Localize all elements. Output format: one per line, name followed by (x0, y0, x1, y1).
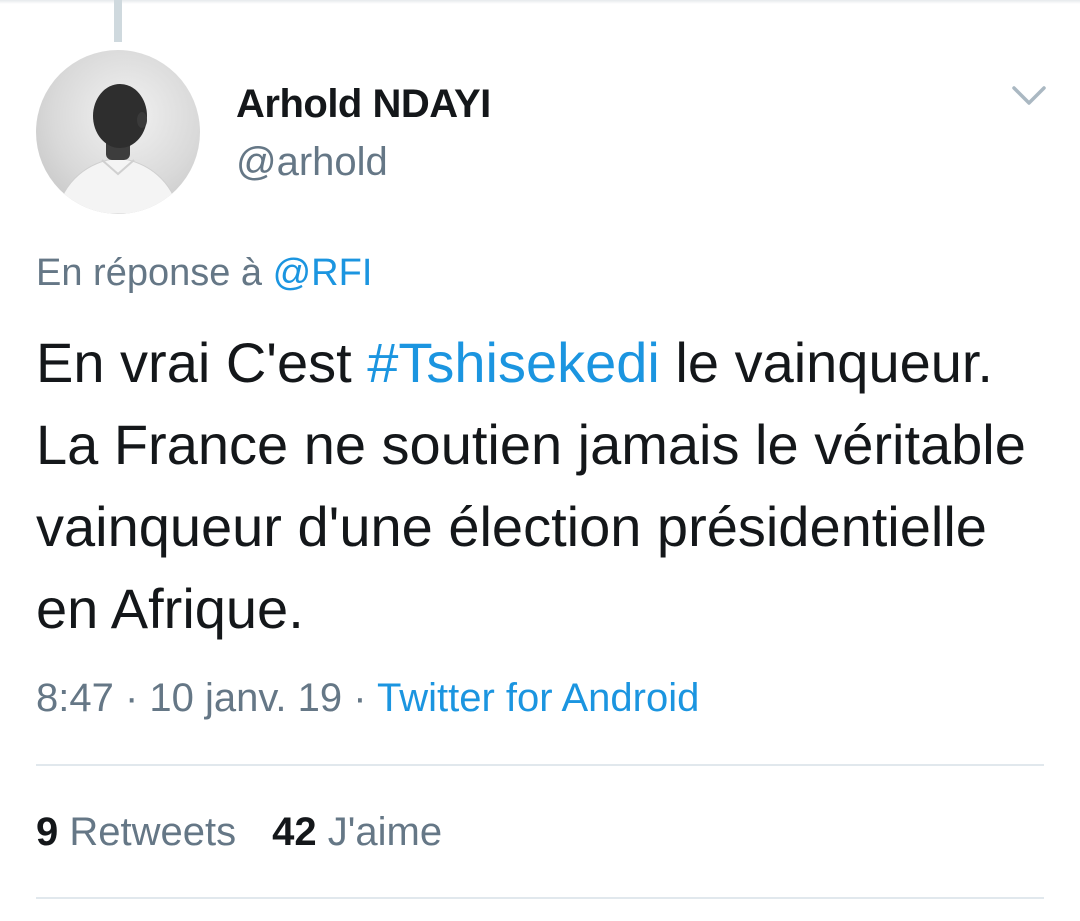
tweet-time: 8:47 (36, 676, 114, 720)
hashtag-link[interactable]: #Tshisekedi (367, 331, 660, 394)
reply-mention-link[interactable]: @RFI (273, 252, 373, 294)
author-handle[interactable]: @arhold (236, 140, 388, 185)
tweet-meta: 8:47 · 10 janv. 19 · Twitter for Android (36, 676, 699, 721)
avatar-photo (55, 84, 181, 214)
tweet-stats: 9 Retweets 42 J'aime (36, 810, 442, 855)
avatar[interactable] (36, 50, 200, 214)
tweet-text-part1: En vrai C'est (36, 331, 368, 394)
tweet-text: En vrai C'est #Tshisekedi le vainqueur. … (36, 322, 1056, 650)
likes-label: J'aime (316, 810, 443, 854)
divider (36, 897, 1044, 899)
retweets-label: Retweets (58, 810, 237, 854)
author-display-name[interactable]: Arhold NDAYI (236, 82, 491, 127)
reply-context: En réponse à @RFI (36, 252, 372, 295)
retweets-count: 9 (36, 810, 59, 854)
top-edge-shadow (0, 0, 1080, 4)
likes-stat[interactable]: 42 J'aime (272, 810, 442, 854)
meta-separator: · (342, 676, 377, 720)
meta-separator: · (113, 676, 150, 720)
retweets-stat[interactable]: 9 Retweets (36, 810, 236, 854)
tweet-source-link[interactable]: Twitter for Android (377, 676, 699, 720)
reply-prefix: En réponse à (36, 252, 273, 294)
chevron-down-icon[interactable] (1010, 82, 1048, 110)
divider (36, 764, 1044, 766)
thread-connector-line (114, 0, 122, 42)
likes-count: 42 (272, 810, 317, 854)
tweet-date: 10 janv. 19 (149, 676, 343, 720)
